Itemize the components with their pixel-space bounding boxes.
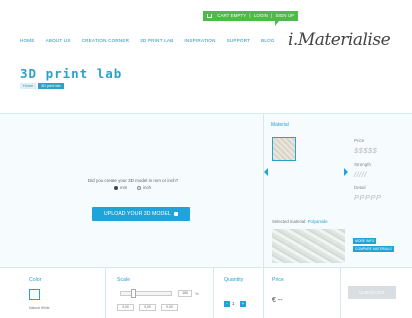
nav-about-us[interactable]: ABOUT US xyxy=(46,38,71,43)
color-swatch[interactable] xyxy=(29,289,40,300)
upload-icon xyxy=(174,211,179,216)
scale-input[interactable]: 100 xyxy=(178,290,192,297)
breadcrumb-current: 3D print lab xyxy=(38,83,64,89)
dimension-y[interactable]: 0,00 xyxy=(139,304,156,311)
price-rating: $$$$$ xyxy=(354,146,378,155)
scale-label: Scale xyxy=(117,277,130,283)
unit-mm-label: mm xyxy=(120,185,128,190)
material-label: Material xyxy=(271,122,289,128)
column-divider xyxy=(263,268,264,318)
cart-bar: CART EMPTY | LOGIN | SIGN UP xyxy=(203,11,299,26)
top-bar: CART EMPTY | LOGIN | SIGN UP HOME ABOUT … xyxy=(0,0,412,54)
cart-empty-link[interactable]: CART EMPTY xyxy=(217,11,246,21)
price-label: Price xyxy=(272,277,284,283)
detail-rating: PPPPP xyxy=(354,193,382,202)
login-link[interactable]: LOGIN xyxy=(254,11,268,21)
selected-material: Selected material: Polyamide xyxy=(272,219,328,224)
radio-inch[interactable] xyxy=(137,185,142,190)
column-divider xyxy=(213,268,214,318)
unit-inch-option[interactable]: inch xyxy=(137,185,151,190)
logo[interactable]: i.Materialise xyxy=(288,30,391,50)
selected-material-name: Polyamide xyxy=(307,219,328,224)
compare-materials-button[interactable]: COMPARE MATERIALS xyxy=(353,246,394,252)
model-stage: Did you create your 3D model in mm or in… xyxy=(0,113,412,269)
color-name: Natural White xyxy=(29,306,50,310)
config-bar: Color Natural White Scale 100 % 0,00 0,0… xyxy=(0,268,412,318)
cart-icon xyxy=(207,13,212,18)
strength-label: Strength xyxy=(354,162,372,167)
unit-mm-option[interactable]: mm xyxy=(114,185,127,190)
prev-material-icon[interactable] xyxy=(264,168,268,176)
scale-slider-handle[interactable] xyxy=(131,289,136,298)
nav-blog[interactable]: BLOG xyxy=(261,38,275,43)
unit-question: Did you create your 3D model in mm or in… xyxy=(87,178,179,183)
checkout-button[interactable]: CHECKOUT xyxy=(348,286,396,299)
column-divider xyxy=(105,268,106,318)
nav-inspiration[interactable]: INSPIRATION xyxy=(184,38,215,43)
material-preview xyxy=(272,229,345,263)
price-value: € -- xyxy=(272,297,283,304)
selected-material-prefix: Selected material: xyxy=(272,219,307,224)
dimension-x[interactable]: 0,00 xyxy=(117,304,134,311)
page-title: 3D print lab xyxy=(20,66,123,81)
strength-rating: ///// xyxy=(354,170,367,179)
nav-home[interactable]: HOME xyxy=(20,38,35,43)
quantity-label: Quantity xyxy=(224,277,244,283)
breadcrumb: Home 3D print lab xyxy=(20,83,64,89)
radio-mm[interactable] xyxy=(114,185,118,190)
next-material-icon[interactable] xyxy=(344,168,348,176)
panel-divider xyxy=(263,114,264,269)
nav-3d-print-lab[interactable]: 3D PRINT LAB xyxy=(140,38,173,43)
quantity-plus-button[interactable]: + xyxy=(240,301,246,307)
unit-inch-label: inch xyxy=(143,185,152,190)
scale-slider[interactable] xyxy=(120,291,172,296)
column-divider xyxy=(340,268,341,318)
color-label: Color xyxy=(29,277,42,283)
more-info-button[interactable]: MORE INFO xyxy=(353,238,377,244)
quantity-value: 1 xyxy=(232,301,235,306)
signup-link[interactable]: SIGN UP xyxy=(276,11,295,21)
nav-creation-corner[interactable]: CREATION CORNER xyxy=(82,38,130,43)
detail-label: Detail xyxy=(354,185,366,190)
unit-selector: mm inch xyxy=(114,185,151,190)
separator: | xyxy=(249,13,251,18)
price-rating-label: Price xyxy=(354,138,365,143)
upload-model-button[interactable]: UPLOAD YOUR 3D MODEL xyxy=(92,207,190,221)
separator: | xyxy=(271,13,273,18)
dimension-z[interactable]: 0,00 xyxy=(161,304,178,311)
upload-label: UPLOAD YOUR 3D MODEL xyxy=(103,211,171,217)
material-swatch[interactable] xyxy=(272,137,296,161)
cart-bar-tail xyxy=(275,21,279,26)
main-nav: HOME ABOUT US CREATION CORNER 3D PRINT L… xyxy=(20,38,286,43)
nav-support[interactable]: SUPPORT xyxy=(227,38,251,43)
breadcrumb-home[interactable]: Home xyxy=(20,83,37,89)
scale-unit: % xyxy=(195,291,199,296)
quantity-minus-button[interactable]: - xyxy=(224,301,230,307)
